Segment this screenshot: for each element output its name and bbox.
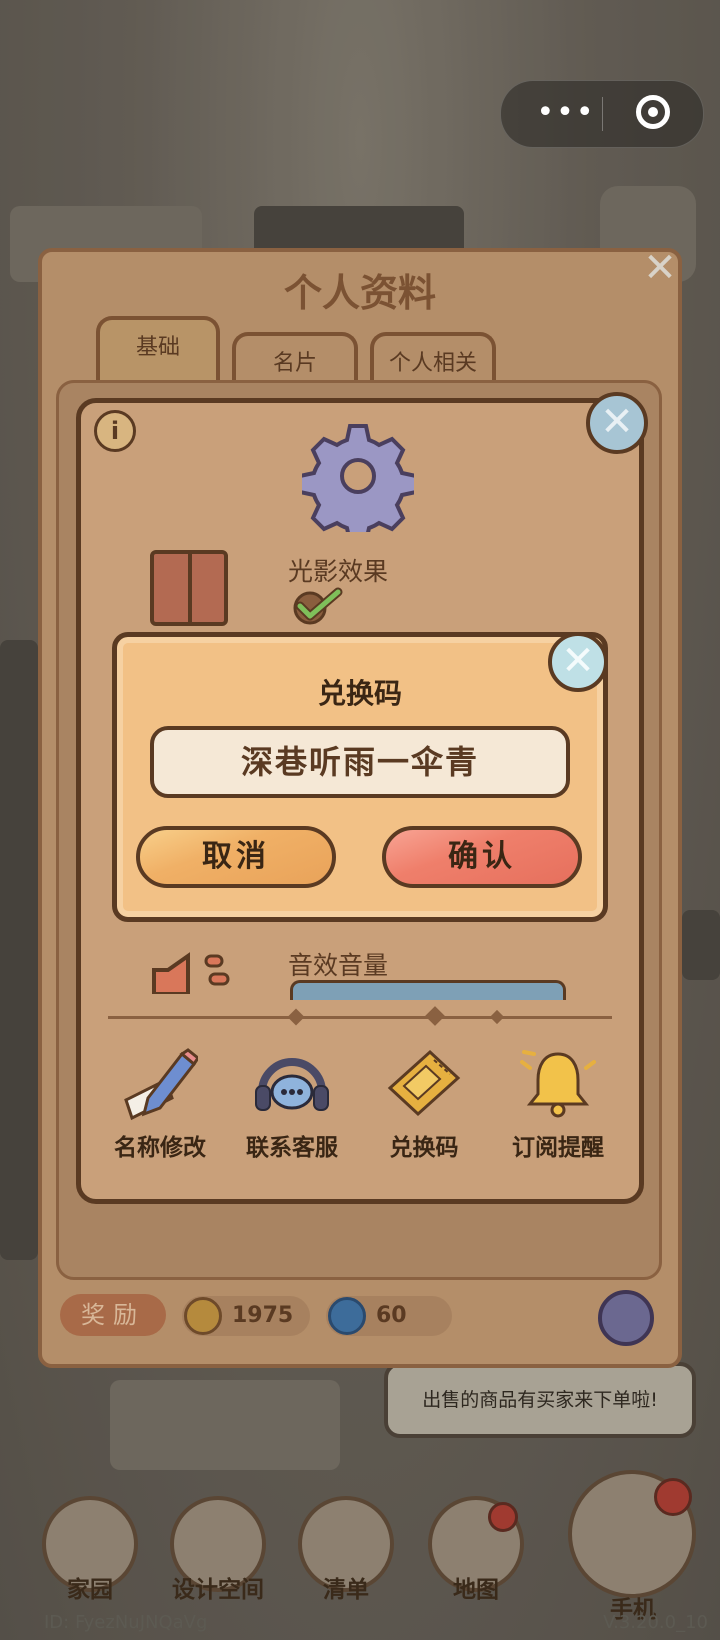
settings-gear-icon [302,424,414,532]
gem-counter: 60 [326,1296,452,1336]
gem-amount: 60 [376,1303,407,1328]
shadow-effect-label: 光影效果 [288,557,389,586]
speaker-icon [152,952,230,994]
nav-home-label: 家园 [67,1577,113,1603]
user-id-text: ID: FyezNuJNQaVg [44,1612,208,1633]
sound-volume-label: 音效音量 [288,951,389,980]
settings-close-button[interactable]: ✕ [586,392,648,454]
mini-program-capsule: ••• [500,80,704,148]
rewards-label[interactable]: 奖励 [60,1294,166,1336]
headset-icon [255,1058,329,1111]
nav-list-label: 清单 [323,1577,369,1603]
pencil-icon [124,1048,198,1121]
sound-volume-slider[interactable] [290,980,566,1000]
nav-map-label: 地图 [453,1577,499,1603]
capsule-divider [602,97,603,131]
phone-notification-badge [654,1478,692,1516]
section-divider [108,1016,612,1019]
tab-basic[interactable]: 基础 [96,316,220,388]
coin-icon [184,1297,222,1335]
redeem-code-input[interactable]: 深巷听雨一伞青 [150,726,570,798]
version-text: V.3.20.0_10 [603,1612,708,1633]
info-icon[interactable]: i [94,410,136,452]
redeem-code-label: 兑换码 [389,1135,459,1161]
map-notification-badge [488,1502,518,1532]
subscribe-reminder-button[interactable]: 订阅提醒 [498,1048,618,1166]
profile-panel-title: 个人资料 [283,271,436,315]
shadow-effect-checkbox[interactable] [292,586,348,626]
swirl-gem-icon [328,1297,366,1335]
profile-close-button[interactable]: ✕ [640,248,680,288]
contact-support-button[interactable]: 联系客服 [232,1048,352,1166]
redeem-close-button[interactable]: ✕ [548,632,608,692]
redeem-dialog-title: 兑换码 [317,677,402,710]
ticket-icon [387,1049,461,1117]
nav-design-space-label: 设计空间 [172,1577,264,1603]
rename-button[interactable]: 名称修改 [100,1048,220,1166]
contact-support-label: 联系客服 [246,1135,338,1161]
coin-amount: 1975 [232,1303,294,1328]
confirm-button[interactable]: 确认 [382,826,582,888]
close-miniprogram-icon[interactable] [636,95,670,129]
notification-bubble: 出售的商品有买家来下单啦! [384,1362,696,1438]
rename-label: 名称修改 [114,1135,206,1161]
cancel-button[interactable]: 取消 [136,826,336,888]
redeem-code-button[interactable]: 兑换码 [364,1048,484,1166]
doors-icon [150,550,228,626]
coin-counter: 1975 [182,1296,310,1336]
bell-icon [520,1050,596,1118]
gear-icon[interactable] [598,1290,654,1346]
more-icon[interactable]: ••• [531,98,601,128]
subscribe-reminder-label: 订阅提醒 [512,1135,604,1161]
